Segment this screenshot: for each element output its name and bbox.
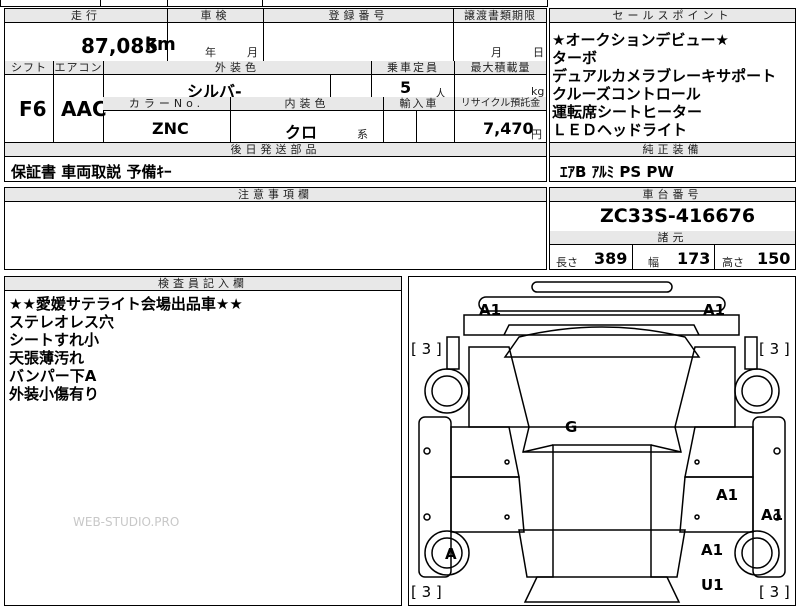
inspector-notes-list: ★★愛媛サテライト会場出品車★★ ステレオレス穴 シートすれ小 天張薄汚れ バン… [9,295,243,403]
interior-value: クロ [285,123,318,142]
notes-box: 注意事項欄 [4,187,547,270]
mark-wheel-front-left: [ 3 ] [411,340,442,358]
list-item: 天張薄汚れ [9,349,85,367]
list-item: ターボ [552,49,598,67]
header-shaken: 車検 [167,9,263,23]
header-recycle: リサイクル預託金 [454,97,546,111]
mark-rear-left-wheel: A [445,545,457,563]
divider [262,0,263,7]
header-capacity: 乗車定員 [371,61,454,75]
header-notes: 注意事項欄 [5,188,546,202]
car-diagram [418,281,786,603]
capacity-value: 5 [400,78,412,97]
mark-front-right: A1 [703,301,726,319]
mark-right-door: A1 [716,486,739,504]
list-item: クルーズコントロール [552,85,701,103]
header-ac: エアコン [53,61,103,75]
equipment-box: 純正装備 ｴｱB ｱﾙﾐ PS PW [549,142,796,182]
height-label: 高さ [722,256,744,269]
header-selling-points: セールスポイント [550,9,795,23]
header-inspector: 検査員記入欄 [5,277,401,291]
list-item: 外装小傷有り [9,385,100,403]
header-shift: シフト [5,61,53,75]
list-item: ＬＥＤヘッドライト [552,121,688,139]
chassis-box: 車台番号 ZC33S-416676 諸元 長さ 389 幅 173 高さ 150 [549,187,796,270]
recycle-value: 7,470 [483,119,534,138]
height-value: 150 [757,249,791,268]
width-value: 173 [677,249,711,268]
mark-rear-right: A1 [701,541,724,559]
ac-value: AAC [61,97,107,121]
header-exterior: 外装色 [103,61,371,75]
list-item: デュアルカメラブレーキサポート [552,67,777,85]
vehicle-info-table: 走行 車検 登録番号 譲渡書類期限 87,085 km 年 月 月 日 シフト … [4,8,547,143]
header-chassis: 車台番号 [550,188,795,202]
divider [100,0,101,7]
chassis-number: ZC33S-416676 [600,205,756,227]
header-max-load: 最大積載量 [454,61,546,75]
length-label: 長さ [556,256,578,269]
selling-points-list: ★オークションデビュー★ ターボ デュアルカメラブレーキサポート クルーズコント… [552,31,776,139]
mark-wheel-front-right: [ 3 ] [759,340,790,358]
header-later-parts: 後日発送部品 [5,143,546,157]
recycle-unit: 円 [531,128,542,141]
header-transfer-deadline: 譲渡書類期限 [453,9,546,23]
interior-suffix: 系 [357,128,368,141]
inspector-box: 検査員記入欄 ★★愛媛サテライト会場出品車★★ ステレオレス穴 シートすれ小 天… [4,276,402,606]
equipment-value: ｴｱB ｱﾙﾐ PS PW [560,163,674,181]
header-interior: 内装色 [230,97,383,111]
list-item: シートすれ小 [9,331,100,349]
list-item: ★オークションデビュー★ [552,31,729,49]
header-specs: 諸元 [550,231,795,245]
mark-rear-bumper: U1 [701,576,724,594]
shaken-year: 年 [205,46,216,59]
list-item: 運転席シートヒーター [552,103,703,121]
width-label: 幅 [648,256,659,269]
list-item: バンパー下A [9,367,97,385]
shift-value: F6 [19,97,47,121]
header-import: 輸入車 [383,97,454,111]
divider [167,0,168,7]
later-parts-box: 後日発送部品 保証書 車両取説 予備ｷｰ [4,142,547,182]
length-value: 389 [594,249,628,268]
later-parts-value: 保証書 車両取説 予備ｷｰ [11,163,172,181]
mileage-unit: km [145,34,176,55]
car-diagram-box: A1 A1 [ 3 ] [ 3 ] G A1 A1 A1 A [ 3 ] [ 3… [408,276,796,606]
top-partial-row [0,0,548,7]
header-color-no: カラーNo. [103,97,230,111]
watermark: WEB-STUDIO.PRO [73,515,180,529]
mark-right-sill: A1 [761,506,784,524]
transfer-day: 日 [533,46,544,59]
selling-points-box: セールスポイント ★オークションデビュー★ ターボ デュアルカメラブレーキサポー… [549,8,796,143]
color-no-value: ZNC [152,119,189,138]
list-item: ★★愛媛サテライト会場出品車★★ [9,295,243,313]
header-equipment: 純正装備 [550,143,795,157]
transfer-month: 月 [491,46,502,59]
mark-windshield: G [565,418,578,436]
mark-wheel-rear-left: [ 3 ] [411,583,442,601]
shaken-month: 月 [247,46,258,59]
mark-front-left: A1 [479,301,502,319]
header-registration: 登録番号 [263,9,453,23]
list-item: ステレオレス穴 [9,313,115,331]
mark-wheel-rear-right: [ 3 ] [759,583,790,601]
header-mileage: 走行 [5,9,167,23]
